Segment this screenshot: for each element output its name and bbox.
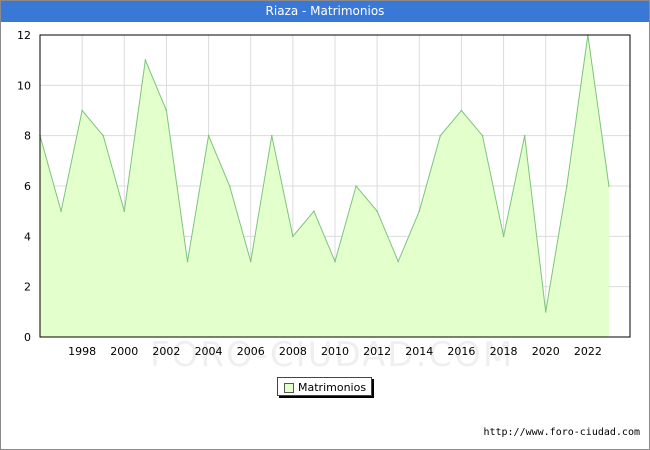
x-tick-label: 2016 xyxy=(447,345,475,358)
data-point xyxy=(292,235,294,238)
y-tick-label: 6 xyxy=(24,180,31,193)
data-point xyxy=(608,185,610,187)
x-tick-label: 2004 xyxy=(195,345,223,358)
data-point xyxy=(186,260,189,263)
x-tick-label: 2014 xyxy=(405,345,433,358)
data-point xyxy=(397,260,400,263)
legend-swatch-icon xyxy=(284,383,294,393)
data-point xyxy=(502,235,505,238)
x-tick-label: 2012 xyxy=(363,345,391,358)
data-point xyxy=(313,210,315,212)
x-tick-label: 2022 xyxy=(574,345,602,358)
data-point xyxy=(565,185,568,187)
y-tick-label: 0 xyxy=(24,331,31,344)
data-point xyxy=(249,260,252,263)
data-point xyxy=(228,185,231,187)
data-point xyxy=(481,134,484,137)
x-tick-label: 2010 xyxy=(321,345,349,358)
x-tick-label: 2008 xyxy=(279,345,307,358)
x-tick-label: 2000 xyxy=(110,345,138,358)
data-point xyxy=(439,134,442,137)
y-tick-label: 2 xyxy=(24,281,31,294)
data-point xyxy=(460,109,463,112)
y-tick-label: 12 xyxy=(17,29,31,42)
x-tick-label: 2002 xyxy=(152,345,180,358)
x-tick-label: 1998 xyxy=(68,345,96,358)
data-point xyxy=(165,109,168,112)
data-point xyxy=(207,134,210,137)
legend-label: Matrimonios xyxy=(298,381,367,394)
data-point xyxy=(144,59,147,61)
data-point xyxy=(60,210,62,212)
x-tick-label: 2020 xyxy=(532,345,560,358)
data-point xyxy=(376,210,378,212)
data-point xyxy=(81,109,83,112)
y-tick-label: 10 xyxy=(17,79,31,92)
legend: Matrimonios xyxy=(277,377,372,396)
data-point xyxy=(123,210,126,212)
y-tick-label: 4 xyxy=(24,230,31,243)
data-point xyxy=(270,134,273,137)
x-tick-label: 2018 xyxy=(490,345,518,358)
x-tick-label: 2006 xyxy=(237,345,265,358)
source-credit: http://www.foro-ciudad.com xyxy=(483,427,640,438)
data-point xyxy=(334,260,336,263)
data-point xyxy=(544,311,547,313)
data-point xyxy=(102,134,105,137)
y-tick-label: 8 xyxy=(24,130,31,143)
data-point xyxy=(418,210,421,212)
data-point xyxy=(523,134,526,137)
data-point xyxy=(355,185,357,187)
